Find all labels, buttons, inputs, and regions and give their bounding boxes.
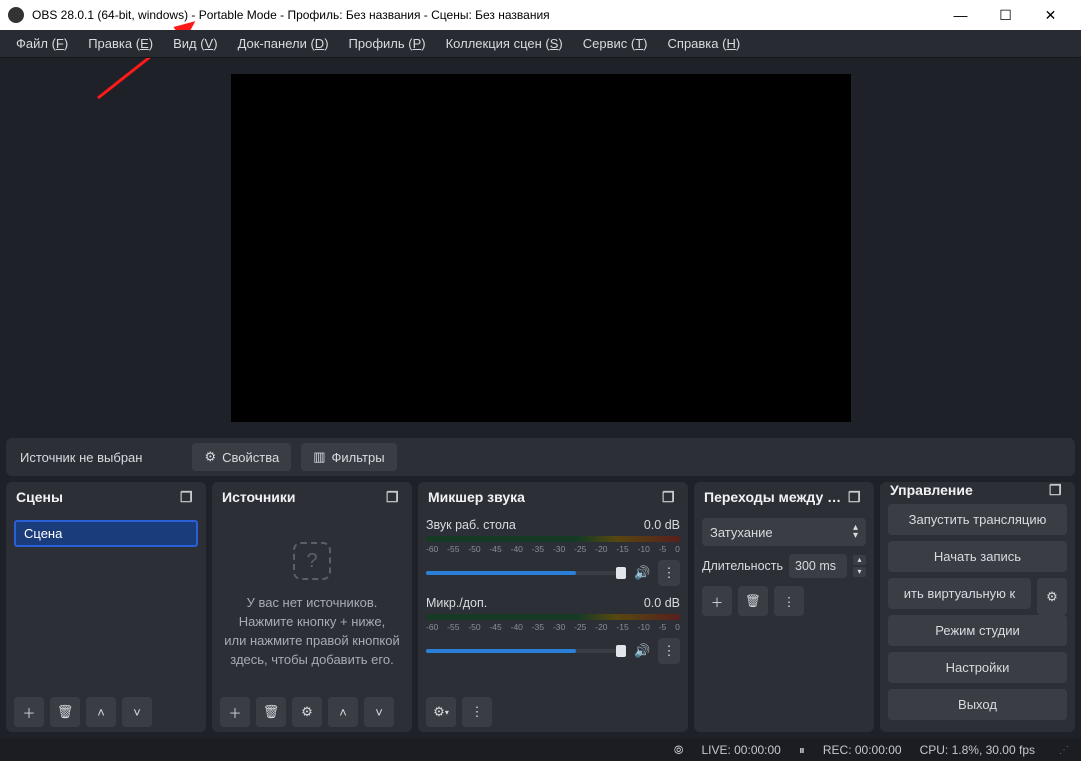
menu-файл[interactable]: Файл (F) [6, 32, 78, 55]
obs-logo-icon [8, 7, 24, 23]
speaker-icon[interactable]: 🔊 [634, 565, 650, 581]
meter-ticks: -60-55-50-45-40-35-30-25-20-15-10-50 [426, 544, 680, 554]
vu-meter [426, 614, 680, 620]
source-settings-button[interactable]: ⚙ [292, 697, 322, 727]
delete-transition-button[interactable]: 🗑 [738, 586, 768, 616]
status-cpu: CPU: 1.8%, 30.00 fps [920, 743, 1035, 757]
menu-bar: Файл (F)Правка (E)Вид (V)Док-панели (D)П… [0, 30, 1081, 58]
speaker-icon[interactable]: 🔊 [634, 643, 650, 659]
channel-level: 0.0 dB [644, 518, 680, 532]
gear-icon: ⚙ [204, 449, 216, 465]
resize-grip-icon[interactable]: ⋰ [1059, 745, 1069, 756]
menu-коллекция сцен[interactable]: Коллекция сцен (S) [436, 32, 573, 55]
menu-док-панели[interactable]: Док-панели (D) [228, 32, 339, 55]
studio-mode-button[interactable]: Режим студии [888, 615, 1067, 646]
menu-вид[interactable]: Вид (V) [163, 32, 227, 55]
mixer-title: Микшер звука [428, 489, 525, 505]
duration-stepper[interactable]: ▴▾ [853, 555, 866, 577]
source-down-button[interactable]: ˅ [364, 697, 394, 727]
close-button[interactable]: ✕ [1028, 0, 1073, 30]
controls-panel: Управление ❐ Запустить трансляцию Начать… [880, 482, 1075, 732]
meter-ticks: -60-55-50-45-40-35-30-25-20-15-10-50 [426, 622, 680, 632]
channel-name: Микр./доп. [426, 596, 487, 610]
mixer-menu-button[interactable]: ⋮ [462, 697, 492, 727]
volume-slider[interactable] [426, 571, 626, 575]
source-info-bar: Источник не выбран ⚙ Свойства ▥ Фильтры [6, 438, 1075, 476]
exit-button[interactable]: Выход [888, 689, 1067, 720]
add-scene-button[interactable]: ＋ [14, 697, 44, 727]
window-titlebar: OBS 28.0.1 (64-bit, windows) - Portable … [0, 0, 1081, 30]
filters-icon: ▥ [313, 449, 325, 465]
add-source-button[interactable]: ＋ [220, 697, 250, 727]
channel-menu-button[interactable]: ⋮ [658, 638, 680, 664]
scene-up-button[interactable]: ˄ [86, 697, 116, 727]
preview-canvas[interactable] [231, 74, 851, 422]
popout-icon[interactable]: ❐ [848, 489, 864, 505]
channel-level: 0.0 dB [644, 596, 680, 610]
delete-scene-button[interactable]: 🗑 [50, 697, 80, 727]
window-title: OBS 28.0.1 (64-bit, windows) - Portable … [32, 8, 938, 22]
mixer-advanced-button[interactable]: ⚙▾ [426, 697, 456, 727]
transition-menu-button[interactable]: ⋮ [774, 586, 804, 616]
scene-item[interactable]: Сцена [14, 520, 198, 547]
menu-правка[interactable]: Правка (E) [78, 32, 163, 55]
filters-button[interactable]: ▥ Фильтры [301, 443, 396, 471]
channel-name: Звук раб. стола [426, 518, 516, 532]
duration-input[interactable] [789, 554, 847, 578]
audio-mixer-panel: Микшер звука ❐ Звук раб. стола 0.0 dB -60-… [418, 482, 688, 732]
virtual-cam-button[interactable]: ить виртуальную к [888, 578, 1031, 609]
menu-сервис[interactable]: Сервис (T) [573, 32, 658, 55]
sources-title: Источники [222, 489, 296, 505]
popout-icon[interactable]: ❐ [180, 489, 196, 505]
controls-title: Управление [890, 482, 973, 498]
popout-icon[interactable]: ❐ [662, 489, 678, 505]
network-icon: ⦾ [674, 743, 684, 758]
scenes-title: Сцены [16, 489, 63, 505]
status-bar: ⦾ LIVE: 00:00:00 ⏸ REC: 00:00:00 CPU: 1.… [0, 739, 1081, 761]
duration-label: Длительность [702, 559, 783, 573]
preview-area [0, 58, 1081, 438]
sources-empty-hint: ? У вас нет источников. Нажмите кнопку +… [220, 518, 404, 669]
transitions-title: Переходы между … [704, 489, 841, 505]
transition-select[interactable]: Затухание ▴▾ [702, 518, 866, 546]
mixer-channel: Микр./доп. 0.0 dB -60-55-50-45-40-35-30-25… [426, 596, 680, 664]
channel-menu-button[interactable]: ⋮ [658, 560, 680, 586]
pause-icon: ⏸ [799, 743, 805, 758]
status-live: LIVE: 00:00:00 [701, 743, 780, 757]
sources-panel: Источники ❐ ? У вас нет источников. Нажм… [212, 482, 412, 732]
properties-button[interactable]: ⚙ Свойства [192, 443, 291, 471]
popout-icon[interactable]: ❐ [386, 489, 402, 505]
source-up-button[interactable]: ˄ [328, 697, 358, 727]
mixer-channel: Звук раб. стола 0.0 dB -60-55-50-45-40-35-… [426, 518, 680, 586]
no-source-label: Источник не выбран [20, 450, 142, 465]
menu-справка[interactable]: Справка (H) [658, 32, 751, 55]
status-rec: REC: 00:00:00 [823, 743, 902, 757]
virtual-cam-settings-button[interactable]: ⚙ [1037, 578, 1067, 615]
settings-button[interactable]: Настройки [888, 652, 1067, 683]
vu-meter [426, 536, 680, 542]
scenes-panel: Сцены ❐ Сцена ＋ 🗑 ˄ ˅ [6, 482, 206, 732]
start-stream-button[interactable]: Запустить трансляцию [888, 504, 1067, 535]
menu-профиль[interactable]: Профиль (P) [339, 32, 436, 55]
add-transition-button[interactable]: ＋ [702, 586, 732, 616]
popout-icon[interactable]: ❐ [1049, 482, 1065, 498]
scene-down-button[interactable]: ˅ [122, 697, 152, 727]
chevron-updown-icon: ▴▾ [853, 524, 858, 540]
maximize-button[interactable]: ☐ [983, 0, 1028, 30]
minimize-button[interactable]: — [938, 0, 983, 30]
volume-slider[interactable] [426, 649, 626, 653]
start-record-button[interactable]: Начать запись [888, 541, 1067, 572]
transitions-panel: Переходы между … ❐ Затухание ▴▾ Длительн… [694, 482, 874, 732]
question-icon: ? [293, 542, 331, 580]
delete-source-button[interactable]: 🗑 [256, 697, 286, 727]
